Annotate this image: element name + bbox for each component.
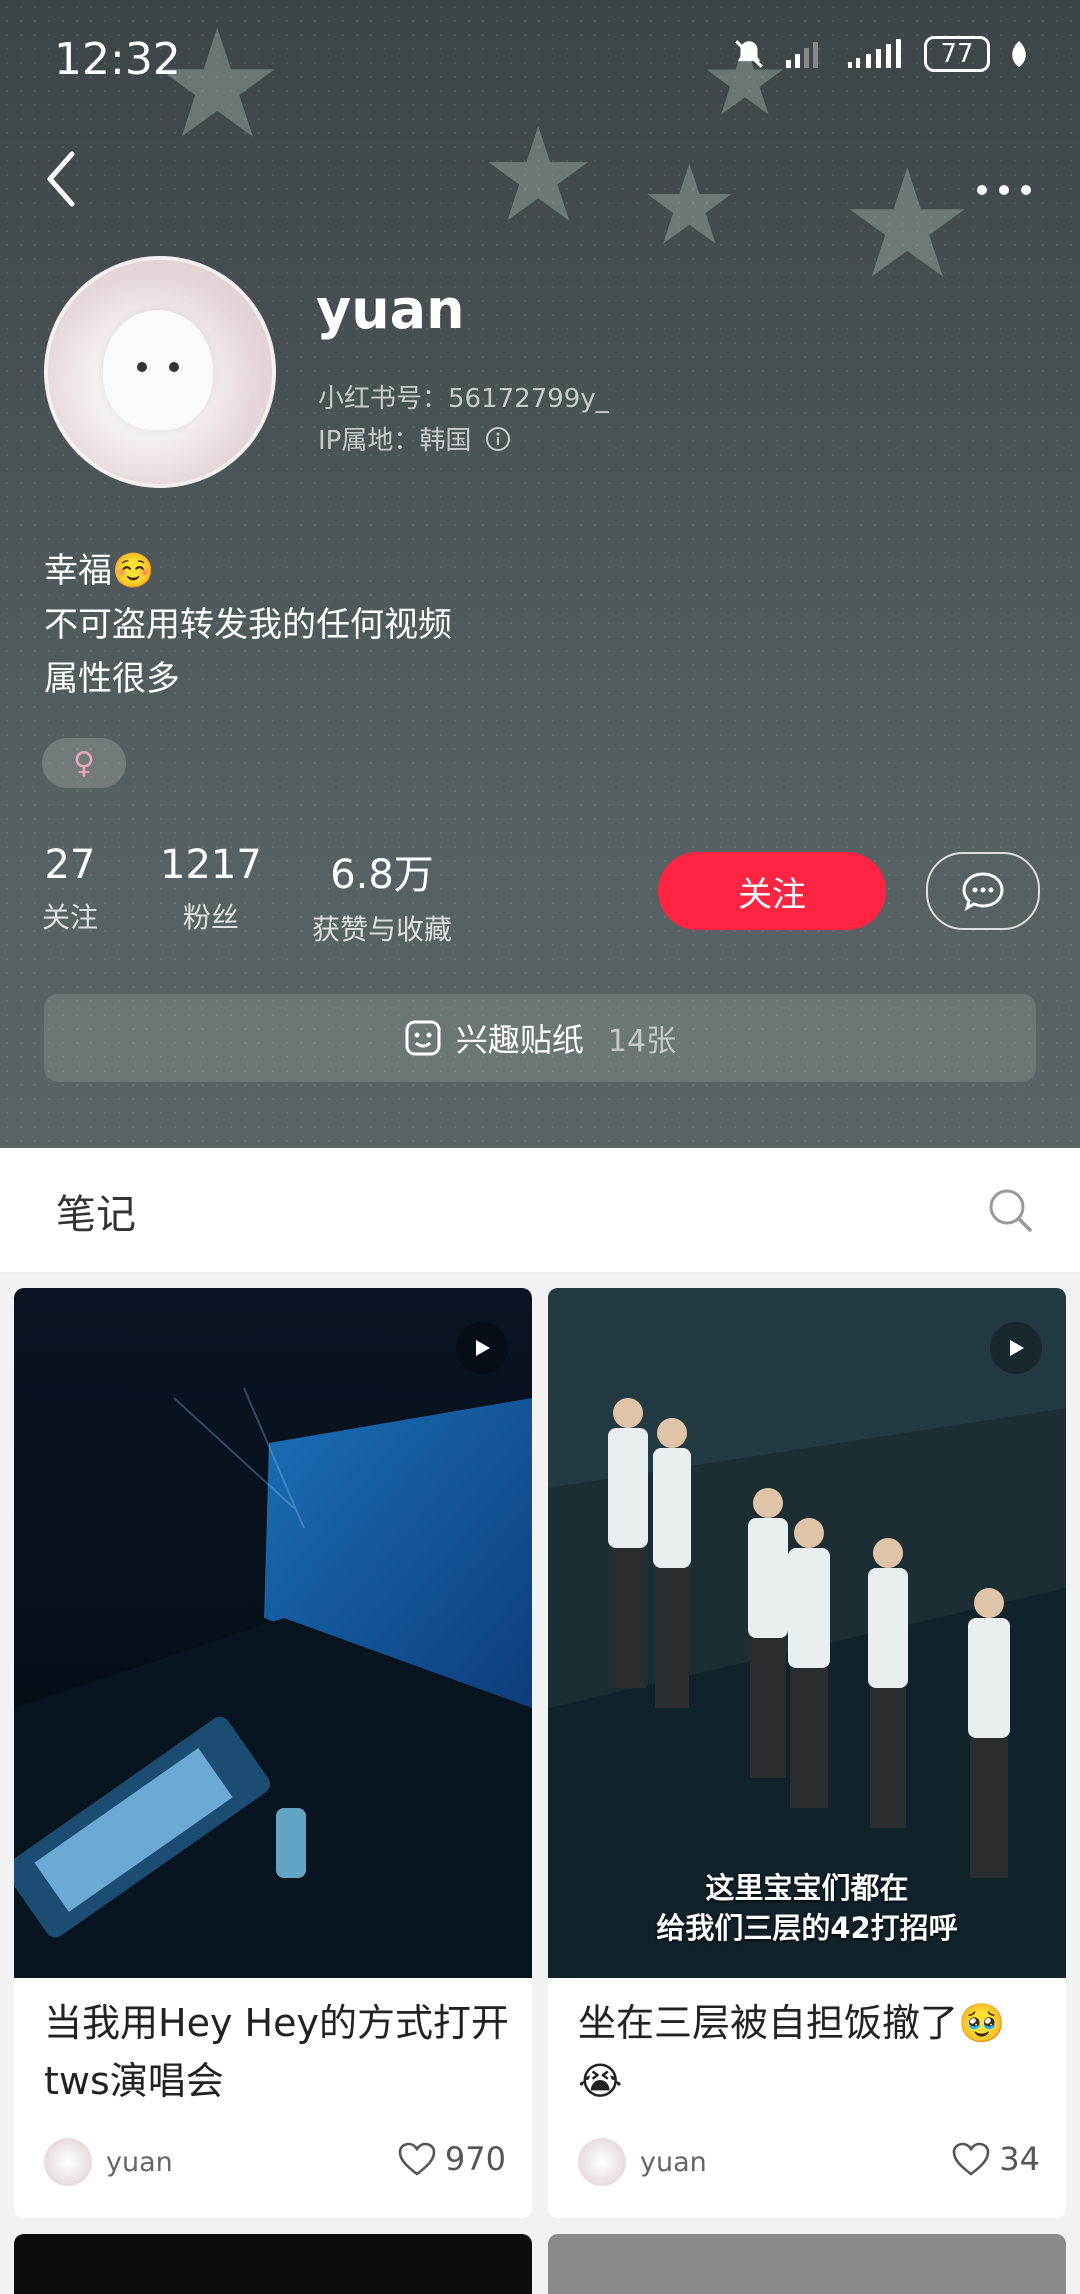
notes-tab-bar: 笔记 bbox=[0, 1148, 1080, 1274]
author-name: yuan bbox=[640, 2146, 707, 2178]
note-card-partial[interactable] bbox=[14, 2234, 532, 2294]
leaf-icon bbox=[1012, 41, 1026, 67]
avatar-bunny-image bbox=[103, 310, 213, 430]
profile-ip-row: IP属地：韩国 bbox=[318, 420, 511, 457]
heart-icon bbox=[398, 2142, 436, 2176]
signal-icon bbox=[786, 42, 818, 68]
search-notes-button[interactable] bbox=[986, 1186, 1034, 1238]
note-title: 当我用Hey Hey的方式打开tws演唱会 bbox=[44, 2001, 509, 2103]
status-time: 12:32 bbox=[54, 34, 181, 85]
gender-badge: ♀ bbox=[42, 738, 126, 788]
star-decoration: ★ bbox=[480, 99, 597, 251]
author-name: yuan bbox=[106, 2146, 173, 2178]
interest-stickers-bar[interactable]: 兴趣贴纸 14张 bbox=[44, 994, 1036, 1082]
message-button[interactable] bbox=[926, 852, 1040, 930]
star-decoration: ★ bbox=[640, 141, 739, 269]
chat-bubble-icon bbox=[962, 872, 1004, 911]
note-thumbnail-concert bbox=[14, 1288, 532, 1978]
more-dots-icon bbox=[977, 185, 1031, 195]
stat-label: 关注 bbox=[42, 901, 99, 934]
stat-label: 粉丝 bbox=[182, 901, 239, 934]
stickers-count: 14张 bbox=[607, 1024, 677, 1059]
heart-icon bbox=[952, 2142, 990, 2176]
bio-line: 不可盗用转发我的任何视频 bbox=[44, 605, 452, 645]
stat-value: 27 bbox=[44, 842, 96, 888]
like-count: 34 bbox=[999, 2140, 1040, 2178]
star-decoration: ★ bbox=[150, 0, 285, 172]
back-button[interactable] bbox=[44, 150, 78, 212]
caption-line: 给我们三层的42打招呼 bbox=[656, 1911, 958, 1945]
author-avatar bbox=[578, 2138, 626, 2186]
profile-bio: 幸福☺️ 不可盗用转发我的任何视频 属性很多 bbox=[44, 544, 452, 706]
battery-indicator: 77 bbox=[924, 36, 990, 72]
more-options-button[interactable] bbox=[976, 160, 1032, 206]
video-caption-overlay: 这里宝宝们都在 给我们三层的42打招呼 bbox=[548, 1868, 1066, 1948]
note-card[interactable]: 当我用Hey Hey的方式打开tws演唱会 yuan 970 bbox=[14, 1288, 532, 2218]
stat-following[interactable]: 27 关注 bbox=[42, 842, 98, 936]
profile-header: ★ ★ ★ ★ ★ 12:32 77 yuan 小红书号：56172799y_ … bbox=[0, 0, 1080, 1148]
follow-button[interactable]: 关注 bbox=[658, 852, 886, 930]
stat-value: 1217 bbox=[160, 842, 262, 888]
note-card[interactable]: 这里宝宝们都在 给我们三层的42打招呼 坐在三层被自担饭撤了🥹😭 yuan 34 bbox=[548, 1288, 1066, 2218]
note-title: 坐在三层被自担饭撤了🥹😭 bbox=[578, 2001, 1006, 2103]
info-icon[interactable] bbox=[485, 426, 511, 452]
note-author[interactable]: yuan bbox=[44, 2138, 173, 2186]
stat-likes-collects[interactable]: 6.8万 获赞与收藏 bbox=[312, 842, 452, 948]
video-play-badge bbox=[456, 1322, 508, 1374]
status-icons: 77 bbox=[732, 36, 1030, 72]
stat-label: 获赞与收藏 bbox=[312, 913, 453, 946]
profile-username: yuan bbox=[316, 278, 465, 341]
chevron-left-icon bbox=[47, 151, 75, 207]
mute-bell-icon bbox=[735, 40, 763, 68]
signal-icon bbox=[848, 39, 901, 68]
search-icon bbox=[989, 1189, 1032, 1232]
play-icon bbox=[1010, 1340, 1024, 1356]
stat-value: 6.8万 bbox=[330, 852, 434, 898]
profile-ip: IP属地：韩国 bbox=[318, 426, 472, 456]
profile-avatar[interactable] bbox=[44, 256, 276, 488]
sticker-icon bbox=[405, 1020, 441, 1056]
bio-line: 幸福☺️ bbox=[44, 551, 155, 591]
star-decoration: ★ bbox=[840, 138, 975, 312]
tab-notes[interactable]: 笔记 bbox=[56, 1182, 136, 1240]
note-card-partial[interactable] bbox=[548, 2234, 1066, 2294]
play-icon bbox=[476, 1340, 490, 1356]
video-play-badge bbox=[990, 1322, 1042, 1374]
stat-followers[interactable]: 1217 粉丝 bbox=[160, 842, 262, 936]
bio-line: 属性很多 bbox=[44, 659, 180, 699]
note-author[interactable]: yuan bbox=[578, 2138, 707, 2186]
author-avatar bbox=[44, 2138, 92, 2186]
like-count: 970 bbox=[444, 2140, 506, 2178]
caption-line: 这里宝宝们都在 bbox=[705, 1871, 909, 1905]
stickers-label: 兴趣贴纸 bbox=[455, 1021, 584, 1059]
like-button[interactable]: 970 bbox=[397, 2140, 506, 2178]
profile-id: 小红书号：56172799y_ bbox=[318, 384, 609, 414]
like-button[interactable]: 34 bbox=[951, 2140, 1040, 2178]
